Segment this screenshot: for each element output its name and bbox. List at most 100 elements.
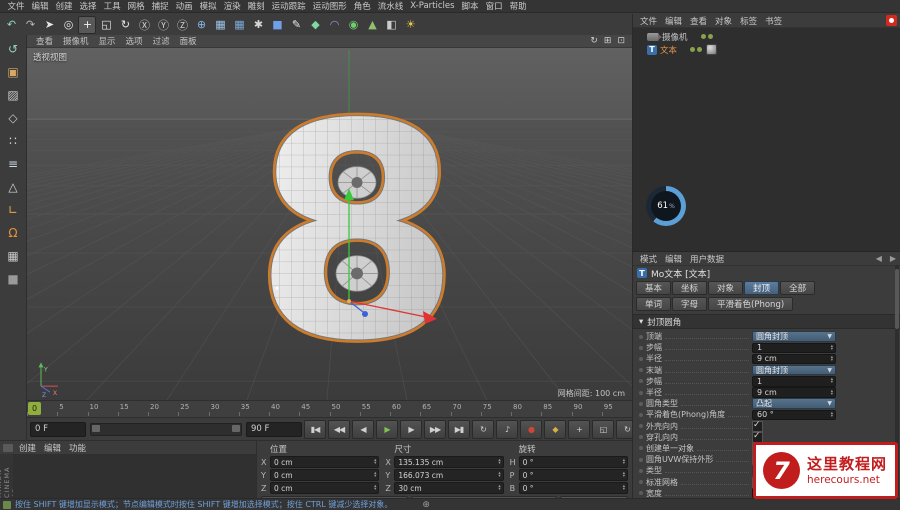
object-row-text[interactable]: T 文本 <box>633 43 900 56</box>
live-selection-icon[interactable]: ◎ <box>59 16 77 34</box>
end-frame-field[interactable]: 90 F <box>246 422 302 437</box>
history-forward-icon[interactable]: ▶ <box>886 254 900 263</box>
object-name[interactable]: 摄像机 <box>662 31 688 43</box>
rotation-b-field[interactable]: 0 °▴▾ <box>519 482 628 494</box>
object-name[interactable]: 文本 <box>660 44 677 56</box>
attribute-number-field[interactable]: 1▴▾ <box>752 343 836 354</box>
editor-visibility-dot[interactable] <box>701 34 706 39</box>
attribute-tab[interactable]: 平滑着色(Phong) <box>708 297 793 311</box>
material-menu-item[interactable]: 编辑 <box>40 442 65 454</box>
render-picture-viewer-icon[interactable]: ▦ <box>230 16 248 34</box>
make-editable-icon[interactable]: ↺ <box>4 40 23 58</box>
sound-button[interactable]: ♪ <box>496 420 518 439</box>
object-row-camera[interactable]: 摄像机 <box>633 30 900 43</box>
add-camera-icon[interactable]: ◧ <box>382 16 400 34</box>
position-x-field[interactable]: 0 cm▴▾ <box>270 456 379 468</box>
viewport-menu-item[interactable]: 选项 <box>121 35 148 47</box>
attribute-menu-item[interactable]: 模式 <box>636 253 661 265</box>
start-frame-field[interactable]: 0 F <box>30 422 86 437</box>
go-to-end-button[interactable]: ▶▮ <box>448 420 470 439</box>
undo-icon[interactable]: ↶ <box>2 16 20 34</box>
record-position-button[interactable]: + <box>568 420 590 439</box>
attribute-number-field[interactable]: 9 cm▴▾ <box>752 354 836 365</box>
keyframe-dot[interactable] <box>639 391 643 395</box>
keyframe-dot[interactable] <box>639 446 643 450</box>
object-manager-menu-item[interactable]: 标签 <box>736 15 761 27</box>
menubar-item[interactable]: 创建 <box>52 0 76 12</box>
size-z-field[interactable]: 30 cm▴▾ <box>394 482 503 494</box>
attribute-menu-item[interactable]: 用户数据 <box>686 253 728 265</box>
range-end-handle[interactable] <box>232 425 240 432</box>
menubar-item[interactable]: 动画 <box>172 0 196 12</box>
select-tool-icon[interactable]: ➤ <box>40 16 58 34</box>
menubar-item[interactable]: 运动跟踪 <box>268 0 309 12</box>
menubar-item[interactable]: 编辑 <box>28 0 52 12</box>
next-key-button[interactable]: ▶▶ <box>424 420 446 439</box>
attribute-dropdown[interactable]: 圆角封顶▼ <box>752 365 836 376</box>
y-axis-toggle[interactable]: Ⓨ <box>154 16 172 34</box>
position-z-field[interactable]: 0 cm▴▾ <box>270 482 379 494</box>
play-button[interactable]: ▶ <box>376 420 398 439</box>
keyframe-dot[interactable] <box>639 424 643 428</box>
viewport-canvas[interactable]: 8 8 8 8 <box>27 48 632 400</box>
previous-frame-button[interactable]: ◀ <box>352 420 374 439</box>
add-light-icon[interactable]: ☀ <box>401 16 419 34</box>
keyframe-dot[interactable] <box>639 491 643 495</box>
position-y-field[interactable]: 0 cm▴▾ <box>270 469 379 481</box>
scale-tool-icon[interactable]: ◱ <box>97 16 115 34</box>
attribute-tab[interactable]: 对象 <box>708 281 743 295</box>
attribute-tab[interactable]: 基本 <box>636 281 671 295</box>
object-manager-menu-item[interactable]: 对象 <box>711 15 736 27</box>
viewport-menu-item[interactable]: 显示 <box>94 35 121 47</box>
viewport-sync-icon[interactable]: ↻ <box>587 36 601 46</box>
add-cube-icon[interactable]: ■ <box>268 16 286 34</box>
menubar-item[interactable]: 脚本 <box>458 0 482 12</box>
keyframe-dot[interactable] <box>639 335 643 339</box>
add-spline-icon[interactable]: ✎ <box>287 16 305 34</box>
keyframe-dot[interactable] <box>639 402 643 406</box>
menubar-item[interactable]: 运动图形 <box>309 0 350 12</box>
menubar-item[interactable]: 选择 <box>76 0 100 12</box>
keyframe-dot[interactable] <box>639 458 643 462</box>
menubar-item[interactable]: 工具 <box>100 0 124 12</box>
current-frame-marker[interactable]: 0 <box>28 402 41 415</box>
attribute-number-field[interactable]: 9 cm▴▾ <box>752 387 836 398</box>
render-visibility-dot[interactable] <box>697 47 702 52</box>
workplane-snap-icon[interactable]: ▦ <box>4 247 23 265</box>
workplane-mode-icon[interactable]: ◇ <box>4 109 23 127</box>
size-x-field[interactable]: 135.135 cm▴▾ <box>394 456 503 468</box>
record-button[interactable]: ● <box>520 420 542 439</box>
render-visibility-dot[interactable] <box>708 34 713 39</box>
menubar-item[interactable]: 流水线 <box>374 0 407 12</box>
menubar-item[interactable]: 雕刻 <box>244 0 268 12</box>
menubar-item[interactable]: 帮助 <box>506 0 530 12</box>
render-view-icon[interactable]: ▦ <box>211 16 229 34</box>
viewport-menu-item[interactable]: 过滤 <box>148 35 175 47</box>
axis-gizmo-origin[interactable] <box>347 299 351 303</box>
editor-visibility-dot[interactable] <box>690 47 695 52</box>
attribute-tab[interactable]: 字母 <box>672 297 707 311</box>
keyframe-dot[interactable] <box>639 346 643 350</box>
lock-icon[interactable]: ■ <box>4 270 23 288</box>
keyframe-dot[interactable] <box>639 379 643 383</box>
attribute-tab[interactable]: 封顶 <box>744 281 779 295</box>
redo-icon[interactable]: ↷ <box>21 16 39 34</box>
edges-mode-icon[interactable]: ≡ <box>4 155 23 173</box>
texture-mode-icon[interactable]: ▨ <box>4 86 23 104</box>
axis-gizmo-z-head[interactable] <box>362 311 368 317</box>
rotate-tool-icon[interactable]: ↻ <box>116 16 134 34</box>
previous-key-button[interactable]: ◀◀ <box>328 420 350 439</box>
keyframe-dot[interactable] <box>639 368 643 372</box>
menubar-item[interactable]: 窗口 <box>482 0 506 12</box>
keyframe-dot[interactable] <box>639 435 643 439</box>
menubar-item[interactable]: 角色 <box>350 0 374 12</box>
object-manager-menu-item[interactable]: 查看 <box>686 15 711 27</box>
viewport-maximize-icon[interactable]: ⊡ <box>614 36 628 46</box>
keyframe-dot[interactable] <box>639 480 643 484</box>
add-deformer-icon[interactable]: ◠ <box>325 16 343 34</box>
attribute-tab[interactable]: 全部 <box>780 281 815 295</box>
menubar-item[interactable]: 网格 <box>124 0 148 12</box>
timeline-ruler[interactable]: 05101520253035404550556065707580859095 <box>27 400 632 417</box>
attribute-menu-item[interactable]: 编辑 <box>661 253 686 265</box>
autokey-button[interactable]: ◆ <box>544 420 566 439</box>
